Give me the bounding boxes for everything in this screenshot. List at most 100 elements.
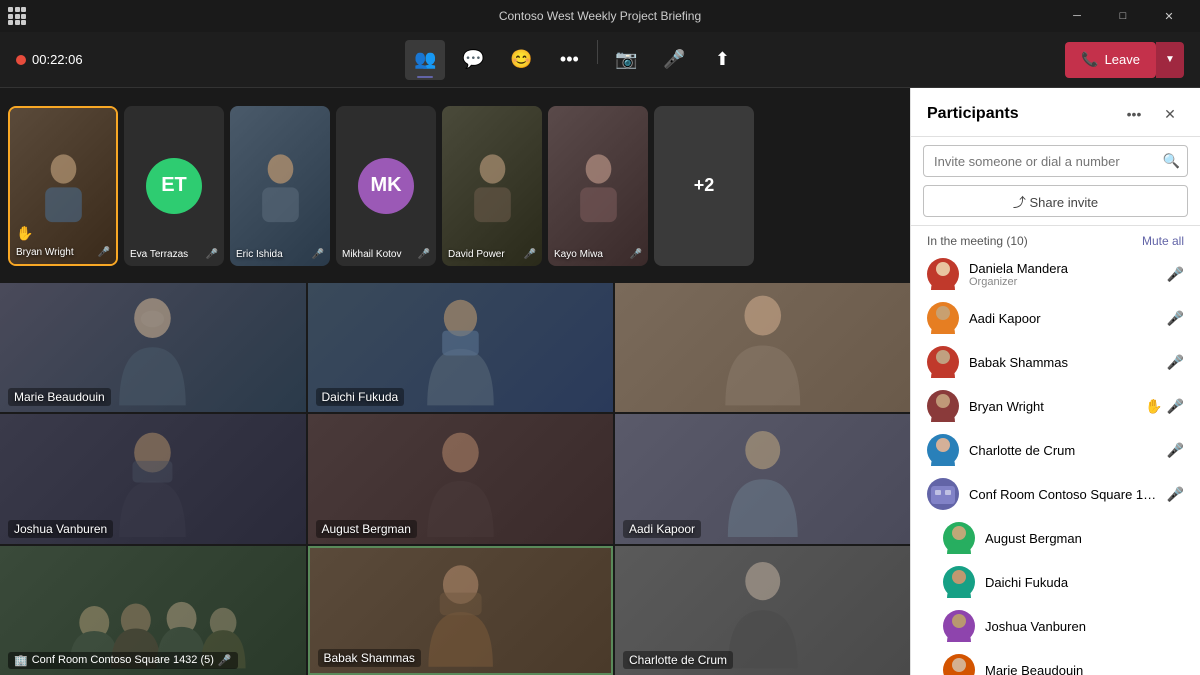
- video-cell-conf[interactable]: 🏢 Conf Room Contoso Square 1432 (5) 🎤: [0, 546, 306, 675]
- main-content: Bryan Wright ✋ 🎤 ET Eva Terrazas 🎤 Eric …: [0, 88, 1200, 675]
- mute-all-button[interactable]: Mute all: [1142, 234, 1184, 248]
- camera-button[interactable]: 📷: [606, 40, 646, 80]
- window-controls: ─ □ ✕: [1054, 0, 1192, 32]
- mic-indicator-eva: 🎤: [206, 249, 218, 260]
- window-title: Contoso West Weekly Project Briefing: [499, 9, 701, 23]
- list-item-bryan[interactable]: Bryan Wright ✋ 🎤: [911, 384, 1200, 428]
- strip-name-bryan: Bryan Wright: [16, 247, 74, 258]
- avatar-conf: [927, 478, 959, 510]
- titlebar-left: [8, 7, 26, 25]
- avatar-joshua: [943, 610, 975, 642]
- camera-icon: 📷: [615, 49, 637, 70]
- participants-button[interactable]: 👥: [405, 40, 445, 80]
- participants-panel: Participants ••• ✕ 🔍 ⤴ Share invite In t…: [910, 88, 1200, 675]
- video-cell-right-top[interactable]: [615, 283, 910, 412]
- avatar-mikhail: MK: [358, 158, 414, 214]
- list-item-babak[interactable]: Babak Shammas 🎤: [911, 340, 1200, 384]
- list-item-daichi[interactable]: Daichi Fukuda: [911, 560, 1200, 604]
- participant-icons-aadi: 🎤: [1167, 310, 1184, 327]
- video-cell-charlotte[interactable]: Charlotte de Crum: [615, 546, 910, 675]
- toolbar-divider: [597, 40, 598, 64]
- toolbar-center: 👥 💬 😊 ••• 📷 🎤 ⬆: [405, 40, 742, 80]
- list-item-charlotte[interactable]: Charlotte de Crum 🎤: [911, 428, 1200, 472]
- mic-indicator-mikhail: 🎤: [418, 249, 430, 260]
- strip-name-eric: Eric Ishida: [236, 249, 283, 260]
- participant-info-august: August Bergman: [985, 531, 1174, 546]
- participants-strip: Bryan Wright ✋ 🎤 ET Eva Terrazas 🎤 Eric …: [0, 88, 910, 283]
- participant-info-charlotte: Charlotte de Crum: [969, 443, 1157, 458]
- panel-close-button[interactable]: ✕: [1156, 100, 1184, 128]
- video-cell-daichi[interactable]: Daichi Fukuda: [308, 283, 614, 412]
- recording-indicator: 00:22:06: [16, 52, 83, 67]
- cell-name-charlotte: Charlotte de Crum: [623, 651, 733, 669]
- chevron-down-icon: ▼: [1165, 54, 1175, 65]
- more-button[interactable]: •••: [549, 40, 589, 80]
- video-cell-marie[interactable]: Marie Beaudouin: [0, 283, 306, 412]
- search-input[interactable]: [923, 145, 1188, 177]
- participant-name-bryan: Bryan Wright: [969, 399, 1135, 414]
- cell-name-marie: Marie Beaudouin: [8, 388, 111, 406]
- participant-name-charlotte: Charlotte de Crum: [969, 443, 1157, 458]
- avatar-daichi: [943, 566, 975, 598]
- minimize-button[interactable]: ─: [1054, 0, 1100, 32]
- panel-header-icons: ••• ✕: [1120, 100, 1184, 128]
- video-cell-joshua[interactable]: Joshua Vanburen: [0, 414, 306, 543]
- close-button[interactable]: ✕: [1146, 0, 1192, 32]
- participant-info-babak: Babak Shammas: [969, 355, 1157, 370]
- chat-button[interactable]: 💬: [453, 40, 493, 80]
- leave-button[interactable]: 📞 Leave: [1065, 42, 1156, 78]
- mic-icon-daniela: 🎤: [1167, 266, 1184, 283]
- search-icon: 🔍: [1163, 153, 1180, 170]
- share-button[interactable]: ⬆: [702, 40, 742, 80]
- participant-info-daichi: Daichi Fukuda: [985, 575, 1174, 590]
- list-item-joshua[interactable]: Joshua Vanburen: [911, 604, 1200, 648]
- list-item-august[interactable]: August Bergman: [911, 516, 1200, 560]
- video-cell-aadi[interactable]: Aadi Kapoor: [615, 414, 910, 543]
- strip-name-david: David Power: [448, 249, 505, 260]
- windows-icon[interactable]: [8, 7, 26, 25]
- strip-thumb-eva[interactable]: ET Eva Terrazas 🎤: [124, 106, 224, 266]
- participant-info-conf: Conf Room Contoso Square 14...: [969, 487, 1157, 502]
- titlebar: Contoso West Weekly Project Briefing ─ □…: [0, 0, 1200, 32]
- mic-icon-babak: 🎤: [1167, 354, 1184, 371]
- mic-indicator-david: 🎤: [524, 249, 536, 260]
- strip-thumb-mikhail[interactable]: MK Mikhail Kotov 🎤: [336, 106, 436, 266]
- video-grid: Marie Beaudouin Daichi Fukuda: [0, 283, 910, 675]
- strip-thumb-eric[interactable]: Eric Ishida 🎤: [230, 106, 330, 266]
- mic-button[interactable]: 🎤: [654, 40, 694, 80]
- strip-thumb-bryan[interactable]: Bryan Wright ✋ 🎤: [8, 106, 118, 266]
- leave-dropdown-button[interactable]: ▼: [1156, 42, 1184, 78]
- video-cell-babak[interactable]: Babak Shammas: [308, 546, 614, 675]
- participant-name-daniela: Daniela Mandera: [969, 261, 1157, 276]
- participant-name-conf: Conf Room Contoso Square 14...: [969, 487, 1157, 502]
- avatar-august: [943, 522, 975, 554]
- avatar-marie: [943, 654, 975, 675]
- participant-name-august: August Bergman: [985, 531, 1174, 546]
- participant-name-babak: Babak Shammas: [969, 355, 1157, 370]
- list-item-marie[interactable]: Marie Beaudouin: [911, 648, 1200, 675]
- maximize-button[interactable]: □: [1100, 0, 1146, 32]
- list-item-aadi[interactable]: Aadi Kapoor 🎤: [911, 296, 1200, 340]
- hand-icon-bryan: ✋: [1145, 398, 1162, 415]
- participant-name-marie: Marie Beaudouin: [985, 663, 1174, 675]
- strip-name-kayo: Kayo Miwa: [554, 249, 603, 260]
- strip-thumb-kayo[interactable]: Kayo Miwa 🎤: [548, 106, 648, 266]
- panel-title: Participants: [927, 105, 1019, 123]
- share-invite-button[interactable]: ⤴ Share invite: [923, 185, 1188, 217]
- more-participants-badge[interactable]: +2: [654, 106, 754, 266]
- cell-name-conf: 🏢 Conf Room Contoso Square 1432 (5) 🎤: [8, 652, 238, 669]
- participant-info-daniela: Daniela Mandera Organizer: [969, 261, 1157, 288]
- in-meeting-label: In the meeting (10): [927, 234, 1028, 248]
- strip-thumb-david[interactable]: David Power 🎤: [442, 106, 542, 266]
- panel-more-button[interactable]: •••: [1120, 100, 1148, 128]
- video-cell-august[interactable]: August Bergman: [308, 414, 614, 543]
- video-area: Bryan Wright ✋ 🎤 ET Eva Terrazas 🎤 Eric …: [0, 88, 910, 675]
- participant-icons-charlotte: 🎤: [1167, 442, 1184, 459]
- reactions-button[interactable]: 😊: [501, 40, 541, 80]
- participant-info-marie: Marie Beaudouin: [985, 663, 1174, 675]
- hand-raised-icon: ✋: [16, 225, 33, 242]
- mic-icon-aadi: 🎤: [1167, 310, 1184, 327]
- list-item-conf[interactable]: Conf Room Contoso Square 14... 🎤: [911, 472, 1200, 516]
- cell-name-aadi: Aadi Kapoor: [623, 520, 701, 538]
- list-item-daniela[interactable]: Daniela Mandera Organizer 🎤: [911, 252, 1200, 296]
